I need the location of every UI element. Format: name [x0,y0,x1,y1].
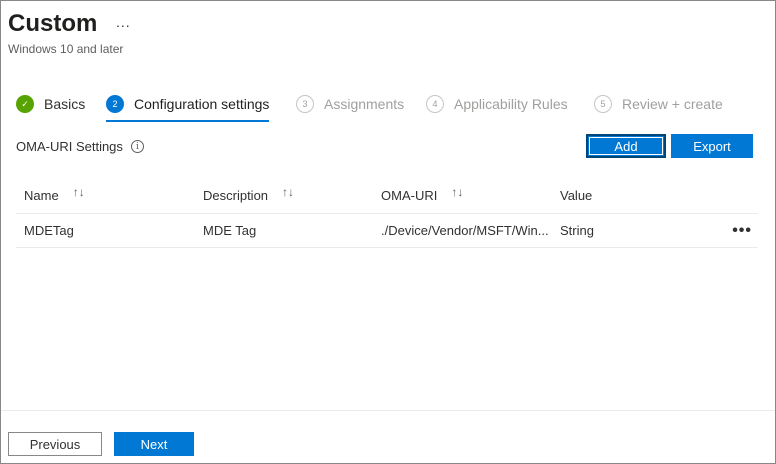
step-label: Configuration settings [134,96,270,112]
table-row[interactable]: MDETag MDE Tag ./Device/Vendor/MSFT/Win.… [16,214,758,248]
header-more-button[interactable]: ... [116,14,131,30]
oma-uri-table: Name ↑↓ Description ↑↓ OMA-URI ↑↓ Value … [16,178,758,248]
section-label: OMA-URI Settings [16,139,123,154]
next-button[interactable]: Next [114,432,194,456]
table-header-row: Name ↑↓ Description ↑↓ OMA-URI ↑↓ Value [16,178,758,214]
sort-icon[interactable]: ↑↓ [73,185,85,199]
page-title: Custom [8,10,98,37]
step-label: Basics [44,96,86,112]
previous-button[interactable]: Previous [8,432,102,456]
more-options-icon[interactable]: ••• [732,214,752,247]
cell-value: String [560,223,594,238]
column-label: Name [24,188,59,203]
add-button[interactable]: Add [586,134,666,158]
cell-name: MDETag [24,223,74,238]
step-assignments[interactable]: 3 Assignments [296,94,404,122]
step-configuration-settings[interactable]: 2 Configuration settings [106,94,270,122]
step-number-badge: 4 [426,95,444,113]
sort-icon[interactable]: ↑↓ [451,185,463,199]
column-header-oma-uri[interactable]: OMA-URI ↑↓ [381,178,463,213]
step-applicability-rules[interactable]: 4 Applicability Rules [426,94,568,122]
page-subtitle: Windows 10 and later [8,42,124,56]
column-header-name[interactable]: Name ↑↓ [24,178,85,213]
cell-description: MDE Tag [203,223,257,238]
column-label: OMA-URI [381,188,438,203]
step-number-badge: 2 [106,95,124,113]
column-header-value: Value [560,178,592,213]
sort-icon[interactable]: ↑↓ [282,185,294,199]
step-label: Assignments [324,96,405,112]
footer-divider [1,410,775,411]
step-basics[interactable]: ✓ Basics [16,94,85,122]
step-number-badge: 5 [594,95,612,113]
step-label: Applicability Rules [454,96,568,112]
column-label: Description [203,188,269,203]
info-icon[interactable]: i [130,140,144,153]
column-header-description[interactable]: Description ↑↓ [203,178,294,213]
column-label: Value [560,188,593,203]
step-number-badge: 3 [296,95,314,113]
step-review-create[interactable]: 5 Review + create [594,94,723,122]
export-button[interactable]: Export [671,134,753,158]
step-label: Review + create [622,96,723,112]
cell-oma-uri: ./Device/Vendor/MSFT/Win... [381,223,549,238]
oma-uri-settings-heading: OMA-URI Settings i [16,139,144,154]
checkmark-icon: ✓ [16,95,34,113]
